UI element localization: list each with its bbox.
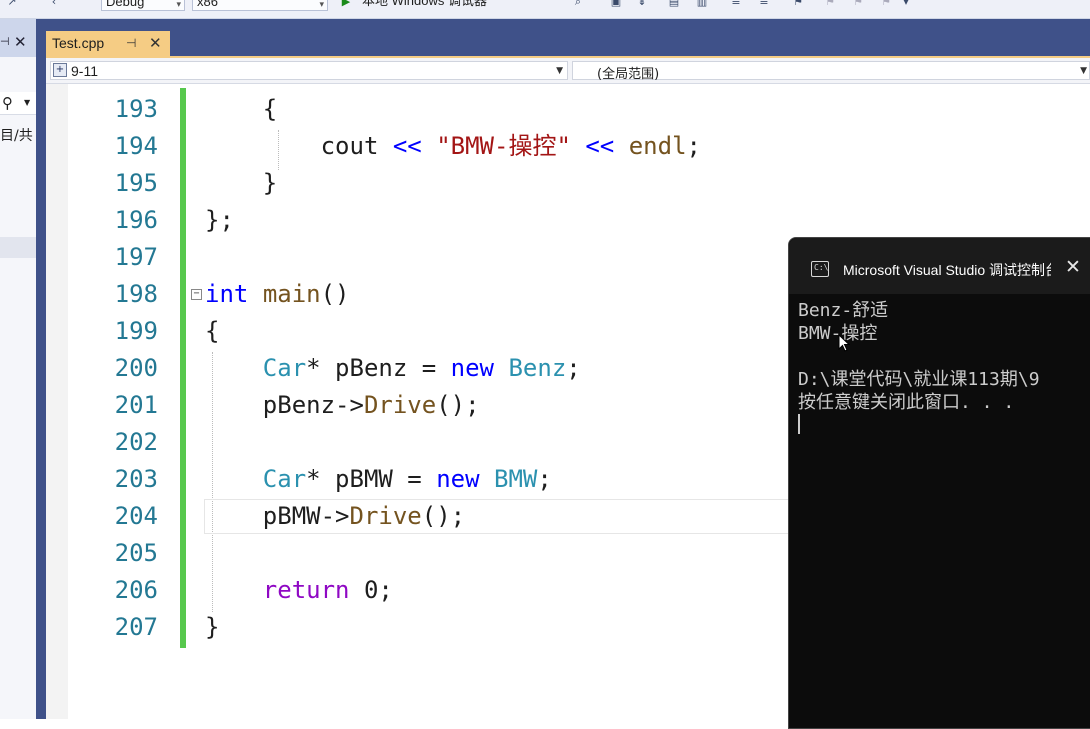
pin-icon[interactable]: ⊣ — [0, 35, 10, 48]
line-number: 201 — [114, 391, 158, 419]
collapse-toggle-icon[interactable]: − — [191, 289, 202, 300]
console-line: 按任意键关闭此窗口. . . — [798, 392, 1015, 413]
code-line-193[interactable]: { — [205, 91, 277, 128]
solution-node-label[interactable]: 目/共 — [0, 125, 33, 145]
code-line-201[interactable]: pBenz->Drive(); — [205, 387, 480, 424]
pin-icon[interactable]: ⊣ — [126, 36, 136, 50]
run-debugger-button[interactable]: 本地 Windows 调试器 — [358, 0, 528, 11]
close-icon[interactable]: ✕ — [1065, 256, 1081, 278]
chevron-down-icon: ▾ — [319, 0, 324, 9]
scope-value: 9-11 — [71, 63, 98, 79]
line-number: 198 — [114, 280, 158, 308]
chevron-down-icon: ▼ — [1080, 66, 1087, 76]
solution-search-input[interactable]: ⚲ ▼ — [0, 92, 36, 115]
panel-splitter[interactable] — [36, 57, 46, 719]
line-number: 200 — [114, 354, 158, 382]
line-number: 202 — [114, 428, 158, 456]
console-line: Benz-舒适 — [798, 300, 889, 321]
code-line-198[interactable]: int main() — [205, 276, 350, 313]
navigation-bar: + 9-11 ▼ (全局范围) ▼ — [46, 58, 1090, 84]
console-line: D:\课堂代码\就业课113期\9 — [798, 369, 1040, 390]
scope-dropdown[interactable]: + 9-11 ▼ — [50, 61, 568, 80]
console-title: Microsoft Visual Studio 调试控制台 — [843, 262, 1051, 278]
indent-icon[interactable]: ≡ — [758, 0, 770, 7]
solution-explorer-panel: ⚲ ▼ 目/共 — [0, 57, 37, 719]
line-number: 207 — [114, 613, 158, 641]
overflow-chevron-icon[interactable]: ▾ — [900, 0, 912, 7]
layout-icon[interactable]: ▣ — [610, 0, 622, 7]
line-number: 194 — [114, 132, 158, 160]
chevron-down-icon: ▼ — [24, 98, 31, 107]
console-titlebar[interactable]: C:\ Microsoft Visual Studio 调试控制台 ✕ — [789, 238, 1090, 294]
terminal-icon: C:\ — [811, 261, 829, 277]
bookmark-clear-icon[interactable]: ⚑ — [880, 0, 892, 7]
platform-dropdown[interactable]: x86 ▾ — [192, 0, 328, 11]
code-line-199[interactable]: { — [205, 313, 219, 350]
line-number: 206 — [114, 576, 158, 604]
line-number: 205 — [114, 539, 158, 567]
line-number: 203 — [114, 465, 158, 493]
configuration-value: Debug — [106, 0, 145, 9]
code-line-194[interactable]: cout << "BMW-操控" << endl; — [205, 128, 701, 165]
back-icon[interactable]: ‹ — [48, 0, 60, 7]
code-line-200[interactable]: Car* pBenz = new Benz; — [205, 350, 581, 387]
line-number: 204 — [114, 502, 158, 530]
outdent-icon[interactable]: ≡ — [730, 0, 742, 7]
search-icon: ⚲ — [2, 94, 13, 112]
code-line-203[interactable]: Car* pBMW = new BMW; — [205, 461, 552, 498]
document-icon[interactable]: ▤ — [668, 0, 680, 7]
bookmark-icon[interactable]: ⚑ — [792, 0, 804, 7]
comment-icon[interactable]: ▥ — [696, 0, 708, 7]
code-line-196[interactable]: }; — [205, 202, 234, 239]
member-value: (全局范围) — [597, 67, 660, 82]
line-number: 195 — [114, 169, 158, 197]
text-cursor — [798, 414, 800, 434]
chevron-down-icon: ▼ — [556, 66, 563, 76]
redo-icon[interactable]: ↗ — [6, 0, 18, 7]
selected-node[interactable] — [0, 237, 36, 258]
platform-value: x86 — [197, 0, 218, 9]
line-number: 199 — [114, 317, 158, 345]
code-line-206[interactable]: return 0; — [205, 572, 393, 609]
toolbar: ↗ ‹ Debug ▾ x86 ▾ ▶ 本地 Windows 调试器 ⌕ ▣ ⇟… — [0, 0, 1090, 19]
code-line-204[interactable]: pBMW->Drive(); — [205, 498, 465, 535]
step-icon[interactable]: ⇟ — [636, 0, 648, 7]
close-icon[interactable]: ✕ — [14, 33, 27, 51]
bookmark-prev-icon[interactable]: ⚑ — [824, 0, 836, 7]
scope-icon: + — [53, 63, 67, 77]
tab-test-cpp[interactable]: Test.cpp ⊣ ✕ — [46, 31, 170, 56]
tab-label: Test.cpp — [52, 35, 105, 51]
debug-console-window[interactable]: C:\ Microsoft Visual Studio 调试控制台 ✕ Benz… — [788, 237, 1090, 729]
find-icon[interactable]: ⌕ — [572, 0, 584, 7]
close-icon[interactable]: ✕ — [149, 34, 162, 52]
line-number: 197 — [114, 243, 158, 271]
chevron-down-icon: ▾ — [176, 0, 181, 9]
bookmark-next-icon[interactable]: ⚑ — [852, 0, 864, 7]
line-number: 196 — [114, 206, 158, 234]
code-line-207[interactable]: } — [205, 609, 219, 646]
play-icon[interactable]: ▶ — [340, 0, 352, 7]
configuration-dropdown[interactable]: Debug ▾ — [101, 0, 185, 11]
code-line-195[interactable]: } — [205, 165, 277, 202]
line-number: 193 — [114, 95, 158, 123]
change-tracking-bar — [180, 88, 186, 648]
solution-explorer-header: ⊣ ✕ — [0, 19, 36, 57]
member-dropdown[interactable]: (全局范围) ▼ — [572, 61, 1090, 82]
